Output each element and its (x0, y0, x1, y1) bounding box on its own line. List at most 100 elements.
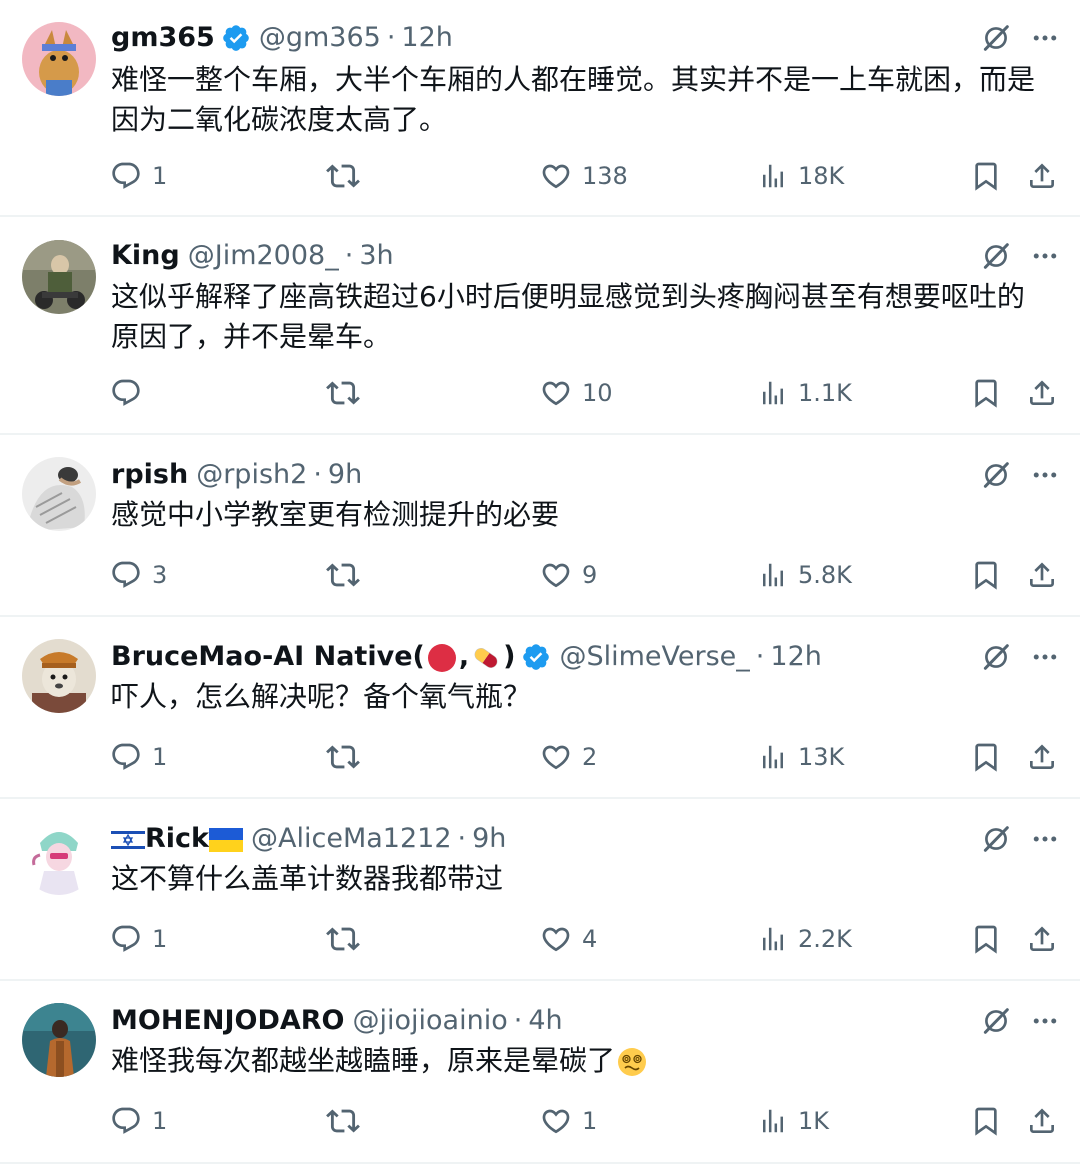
views-button[interactable]: 2.2K (758, 919, 852, 959)
bookmark-button[interactable] (970, 737, 1002, 777)
reply-header: rpish @rpish2 · 9h (111, 455, 950, 495)
avatar[interactable] (22, 821, 96, 895)
views-button[interactable]: 1K (758, 1101, 829, 1141)
share-button[interactable] (1026, 737, 1058, 777)
grok-icon[interactable] (980, 22, 1012, 54)
like-button[interactable]: 9 (540, 555, 597, 595)
display-name[interactable]: gm365 (111, 18, 215, 58)
display-name[interactable]: King (111, 236, 180, 276)
heart-icon (540, 923, 572, 955)
top-icons (980, 1001, 1060, 1041)
handle[interactable]: @AliceMa1212 (251, 819, 451, 859)
share-button[interactable] (1026, 373, 1058, 413)
timestamp[interactable]: 12h (770, 637, 821, 677)
reply-button[interactable]: 1 (110, 156, 167, 196)
repost-icon (326, 558, 360, 592)
red-circle-emoji-icon (426, 642, 458, 674)
reply-header: King @Jim2008_ · 3h (111, 236, 950, 276)
views-button[interactable]: 18K (758, 156, 844, 196)
bookmark-button[interactable] (970, 919, 1002, 959)
repost-button[interactable] (326, 1101, 360, 1141)
avatar[interactable] (22, 639, 96, 713)
repost-button[interactable] (326, 737, 360, 777)
pill-emoji-icon (470, 642, 502, 674)
display-name[interactable]: BruceMao-AI Native(,) (111, 637, 515, 677)
display-name-prefix: BruceMao-AI Native( (111, 641, 425, 672)
grok-icon[interactable] (980, 641, 1012, 673)
reply-item[interactable]: rpish @rpish2 · 9h 感觉中小学教室更有检测提升的必要 3 9 … (0, 435, 1080, 617)
more-icon[interactable] (1030, 1006, 1060, 1036)
views-icon (758, 1106, 788, 1136)
avatar[interactable] (22, 1003, 96, 1077)
reply-text: 难怪一整个车厢，大半个车厢的人都在睡觉。其实并不是一上车就困，而是因为二氧化碳浓… (111, 63, 1036, 136)
repost-button[interactable] (326, 919, 360, 959)
like-button[interactable]: 2 (540, 737, 597, 777)
more-icon[interactable] (1030, 824, 1060, 854)
more-icon[interactable] (1030, 23, 1060, 53)
top-icons (980, 236, 1060, 276)
timestamp[interactable]: 12h (401, 18, 452, 58)
like-button[interactable]: 10 (540, 373, 613, 413)
views-icon (758, 161, 788, 191)
handle[interactable]: @Jim2008_ (188, 236, 339, 276)
display-name[interactable]: MOHENJODARO (111, 1001, 345, 1041)
timestamp[interactable]: 9h (328, 455, 362, 495)
grok-icon[interactable] (980, 1005, 1012, 1037)
bookmark-button[interactable] (970, 555, 1002, 595)
handle[interactable]: @rpish2 (196, 455, 307, 495)
reply-button[interactable] (110, 373, 152, 413)
reply-count: 1 (152, 1107, 168, 1135)
separator: · (313, 459, 322, 490)
like-button[interactable]: 4 (540, 919, 597, 959)
timestamp[interactable]: 4h (528, 1001, 562, 1041)
reply-button[interactable]: 1 (110, 1101, 167, 1141)
bookmark-button[interactable] (970, 156, 1002, 196)
reply-button[interactable]: 3 (110, 555, 167, 595)
handle[interactable]: @gm365 (259, 18, 381, 58)
reply-item[interactable]: gm365 @gm365 · 12h 难怪一整个车厢，大半个车厢的人都在睡觉。其… (0, 0, 1080, 217)
share-button[interactable] (1026, 156, 1058, 196)
bookmark-button[interactable] (970, 1101, 1002, 1141)
share-button[interactable] (1026, 919, 1058, 959)
reply-button[interactable]: 1 (110, 919, 167, 959)
grok-icon[interactable] (980, 240, 1012, 272)
timestamp[interactable]: 3h (359, 236, 393, 276)
reply-item[interactable]: MOHENJODARO @jiojioainio · 4h 难怪我每次都越坐越瞌… (0, 981, 1080, 1164)
reply-item[interactable]: Rick @AliceMa1212 · 9h 这不算什么盖革计数器我都带过 1 … (0, 799, 1080, 981)
reply-button[interactable]: 1 (110, 737, 167, 777)
action-bar: 1 2 13K (0, 737, 1080, 777)
views-button[interactable]: 13K (758, 737, 844, 777)
top-icons (980, 819, 1060, 859)
more-icon[interactable] (1030, 642, 1060, 672)
reply-item[interactable]: BruceMao-AI Native(,) @SlimeVerse_ · 12h… (0, 617, 1080, 799)
repost-button[interactable] (326, 156, 360, 196)
bookmark-icon (970, 559, 1002, 591)
like-button[interactable]: 1 (540, 1101, 597, 1141)
reply-item[interactable]: King @Jim2008_ · 3h 这似乎解释了座高铁超过6小时后便明显感觉… (0, 217, 1080, 435)
more-icon[interactable] (1030, 460, 1060, 490)
share-button[interactable] (1026, 1101, 1058, 1141)
display-name[interactable]: rpish (111, 455, 188, 495)
more-icon[interactable] (1030, 241, 1060, 271)
avatar[interactable] (22, 240, 96, 314)
views-button[interactable]: 1.1K (758, 373, 852, 413)
avatar[interactable] (22, 457, 96, 531)
display-name[interactable]: Rick (111, 819, 244, 859)
timestamp[interactable]: 9h (472, 819, 506, 859)
views-icon (758, 742, 788, 772)
handle[interactable]: @jiojioainio (353, 1001, 508, 1041)
repost-button[interactable] (326, 555, 360, 595)
bookmark-icon (970, 923, 1002, 955)
like-button[interactable]: 138 (540, 156, 628, 196)
bookmark-button[interactable] (970, 373, 1002, 413)
like-count: 2 (582, 743, 598, 771)
repost-button[interactable] (326, 373, 360, 413)
grok-icon[interactable] (980, 823, 1012, 855)
grok-icon[interactable] (980, 459, 1012, 491)
avatar[interactable] (22, 22, 96, 96)
share-button[interactable] (1026, 555, 1058, 595)
handle[interactable]: @SlimeVerse_ (559, 637, 749, 677)
views-button[interactable]: 5.8K (758, 555, 852, 595)
views-icon (758, 560, 788, 590)
bookmark-icon (970, 741, 1002, 773)
